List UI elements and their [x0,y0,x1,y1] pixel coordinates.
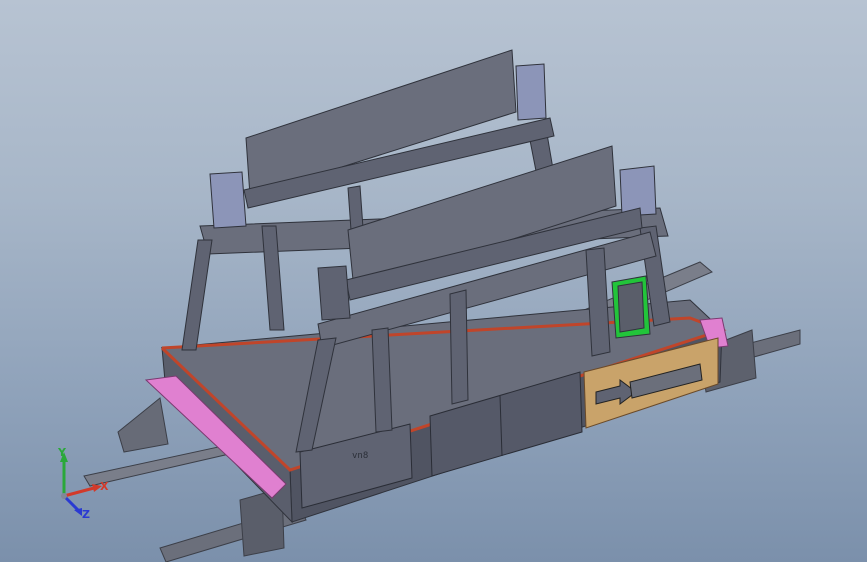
triad-y-label: Y [57,446,67,459]
triad-z-label: Z [82,508,90,521]
triad-x-label: X [100,480,109,493]
plate-label: vn8 [352,451,368,461]
coordinate-triad: Y X Z [57,446,109,521]
cad-model-render[interactable]: vn8 [0,0,867,562]
cad-viewport[interactable]: vn8 Y X Z [0,0,867,562]
